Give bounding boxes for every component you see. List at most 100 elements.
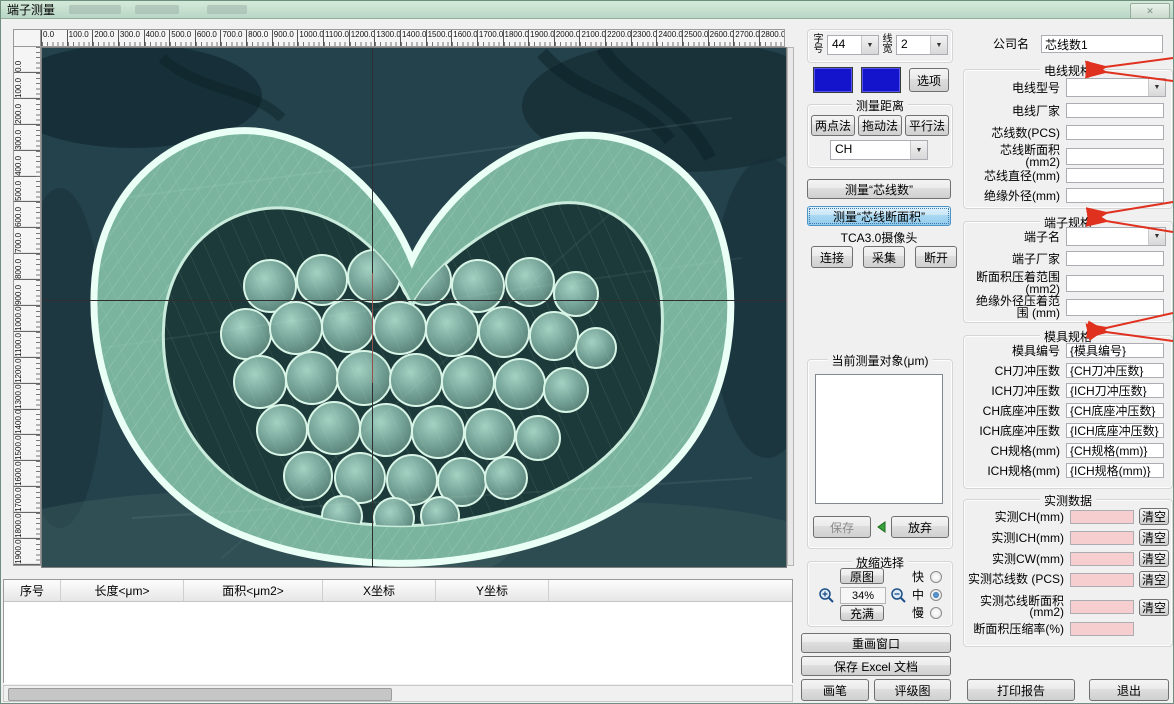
color-swatch-1[interactable] <box>813 67 853 93</box>
ruler-h: 0.0 100.0 200.0 300.0 400.0 500.0 600.0 700.0 80… <box>41 29 785 47</box>
font-size-select[interactable]: 44 ▼ <box>827 35 879 55</box>
measure-core-count-button[interactable]: 测量“芯线数” <box>807 179 951 199</box>
speed-fast-radio[interactable] <box>930 570 943 583</box>
measured-core-count-input[interactable] <box>1070 572 1134 587</box>
ruler-label: 0.0 <box>14 47 40 73</box>
print-report-button[interactable]: 打印报告 <box>967 679 1075 701</box>
ich-base-count-label: ICH底座冲压数 <box>979 423 1060 438</box>
wire-maker-input[interactable] <box>1066 103 1164 118</box>
measure-type-select[interactable]: CH ▼ <box>830 140 928 160</box>
wire-maker-label: 电线厂家 <box>1011 103 1060 118</box>
measured-ich-input[interactable] <box>1070 530 1134 545</box>
table-body-empty[interactable] <box>4 602 792 684</box>
options-button[interactable]: 选项 <box>909 68 949 92</box>
ch-blade-count-input[interactable] <box>1066 363 1164 378</box>
image-viewport[interactable] <box>41 47 787 568</box>
redraw-window-button[interactable]: 重画窗口 <box>801 633 951 653</box>
ich-blade-count-input[interactable] <box>1066 383 1164 398</box>
ruler-label: 1400.0 <box>399 30 426 46</box>
zoom-out-icon[interactable] <box>890 587 907 603</box>
ch-spec-input[interactable] <box>1066 443 1164 458</box>
ich-base-count-input[interactable] <box>1066 423 1164 438</box>
zoom-in-icon[interactable] <box>818 587 835 603</box>
ch-base-count-input[interactable] <box>1066 403 1164 418</box>
viewport-right-strip <box>787 47 794 566</box>
exit-button[interactable]: 退出 <box>1089 679 1169 701</box>
terminal-maker-input[interactable] <box>1066 251 1164 266</box>
crimp-od-range-input[interactable] <box>1066 298 1164 316</box>
ruler-label: 400.0 <box>143 30 170 46</box>
ruler-label: 1500.0 <box>425 30 452 46</box>
measure-core-area-button[interactable]: 测量“芯线断面积” <box>807 206 951 226</box>
clear-ch-button[interactable]: 清空 <box>1139 508 1169 525</box>
measured-data-group: 实测数据 实测CH(mm) 清空 实测ICH(mm) 清空 实测CW(mm) 清… <box>963 492 1173 647</box>
window-title: 端子测量 <box>7 3 56 17</box>
scrollbar-thumb[interactable] <box>8 688 392 701</box>
fill-button[interactable]: 充满 <box>840 605 884 621</box>
terminal-name-select[interactable]: ▼ <box>1066 227 1166 246</box>
capture-button[interactable]: 采集 <box>863 246 905 268</box>
measured-cw-input[interactable] <box>1070 551 1134 566</box>
original-size-button[interactable]: 原图 <box>840 568 884 584</box>
disconnect-button[interactable]: 断开 <box>915 246 957 268</box>
drag-method-button[interactable]: 拖动法 <box>858 115 902 136</box>
ruler-label: 1000.0 <box>14 305 40 332</box>
core-area-input[interactable] <box>1066 147 1164 165</box>
speed-medium-radio[interactable] <box>930 588 943 601</box>
ch-base-count-label: CH底座冲压数 <box>982 403 1060 418</box>
ich-spec-label: ICH规格(mm) <box>987 463 1060 478</box>
ruler-label: 1200.0 <box>348 30 375 46</box>
clear-core-area-button[interactable]: 清空 <box>1139 598 1169 616</box>
rating-chart-button[interactable]: 评级图 <box>874 679 951 701</box>
clear-cw-button[interactable]: 清空 <box>1139 550 1169 567</box>
wire-model-select[interactable]: ▼ <box>1066 78 1166 97</box>
col-y: Y坐标 <box>436 580 549 601</box>
mold-number-input[interactable] <box>1066 343 1164 358</box>
current-object-listbox[interactable] <box>815 374 943 504</box>
save-button[interactable]: 保存 <box>813 516 871 538</box>
measured-core-area-label: 实测芯线断面积 (mm2) <box>979 594 1064 619</box>
ruler-label: 1700.0 <box>476 30 503 46</box>
measured-core-area-input[interactable] <box>1070 600 1134 614</box>
save-excel-button[interactable]: 保存 Excel 文档 <box>801 656 951 676</box>
company-input[interactable] <box>1041 35 1163 53</box>
ruler-label: 1900.0 <box>14 538 40 565</box>
insulation-od-input[interactable] <box>1066 188 1164 203</box>
line-width-label: 线宽 <box>882 34 893 55</box>
measure-distance-group: 测量距离 两点法 拖动法 平行法 CH ▼ <box>807 97 953 168</box>
crimp-area-range-input[interactable] <box>1066 274 1164 292</box>
ich-spec-input[interactable] <box>1066 463 1164 478</box>
ruler-label: 2800.0 <box>758 30 784 46</box>
compression-ratio-input[interactable] <box>1070 622 1134 636</box>
core-count-input[interactable] <box>1066 125 1164 140</box>
measured-ich-label: 实测ICH(mm) <box>991 530 1064 545</box>
zoom-select-group: 放缩选择 原图 34% 充满 快 中 慢 <box>807 554 953 627</box>
ruler-label: 700.0 <box>14 228 40 255</box>
font-size-label: 字号 <box>813 34 824 55</box>
ruler-label: 1800.0 <box>14 513 40 539</box>
close-button[interactable]: ✕ <box>1130 3 1170 19</box>
chevron-down-icon: ▼ <box>1148 228 1165 245</box>
clear-ich-button[interactable]: 清空 <box>1139 529 1169 546</box>
mold-number-label: 模具编号 <box>1011 343 1060 358</box>
discard-button[interactable]: 放弃 <box>891 516 949 538</box>
brush-button[interactable]: 画笔 <box>801 679 869 701</box>
speed-slow-radio[interactable] <box>930 606 943 619</box>
two-point-method-button[interactable]: 两点法 <box>811 115 855 136</box>
core-diameter-input[interactable] <box>1066 168 1164 183</box>
ruler-label: 1900.0 <box>528 30 554 46</box>
chevron-down-icon: ▼ <box>1148 79 1165 96</box>
line-width-select[interactable]: 2 ▼ <box>896 35 948 55</box>
speed-slow-label: 慢 <box>912 606 925 620</box>
clear-core-count-button[interactable]: 清空 <box>1139 571 1169 588</box>
color-swatch-2[interactable] <box>861 67 901 93</box>
parallel-method-button[interactable]: 平行法 <box>905 115 949 136</box>
horizontal-scrollbar[interactable] <box>3 685 793 702</box>
app-window: 端子测量 ✕ 0.0 100.0 200.0 300.0 400.0 500.0 600.0… <box>0 0 1174 704</box>
connect-button[interactable]: 连接 <box>811 246 853 268</box>
titlebar-redacted <box>207 5 248 14</box>
measured-ch-input[interactable] <box>1070 509 1134 524</box>
ch-blade-count-label: CH刀冲压数 <box>994 363 1060 378</box>
speed-medium-label: 中 <box>912 588 925 602</box>
ruler-label: 1200.0 <box>14 357 40 384</box>
